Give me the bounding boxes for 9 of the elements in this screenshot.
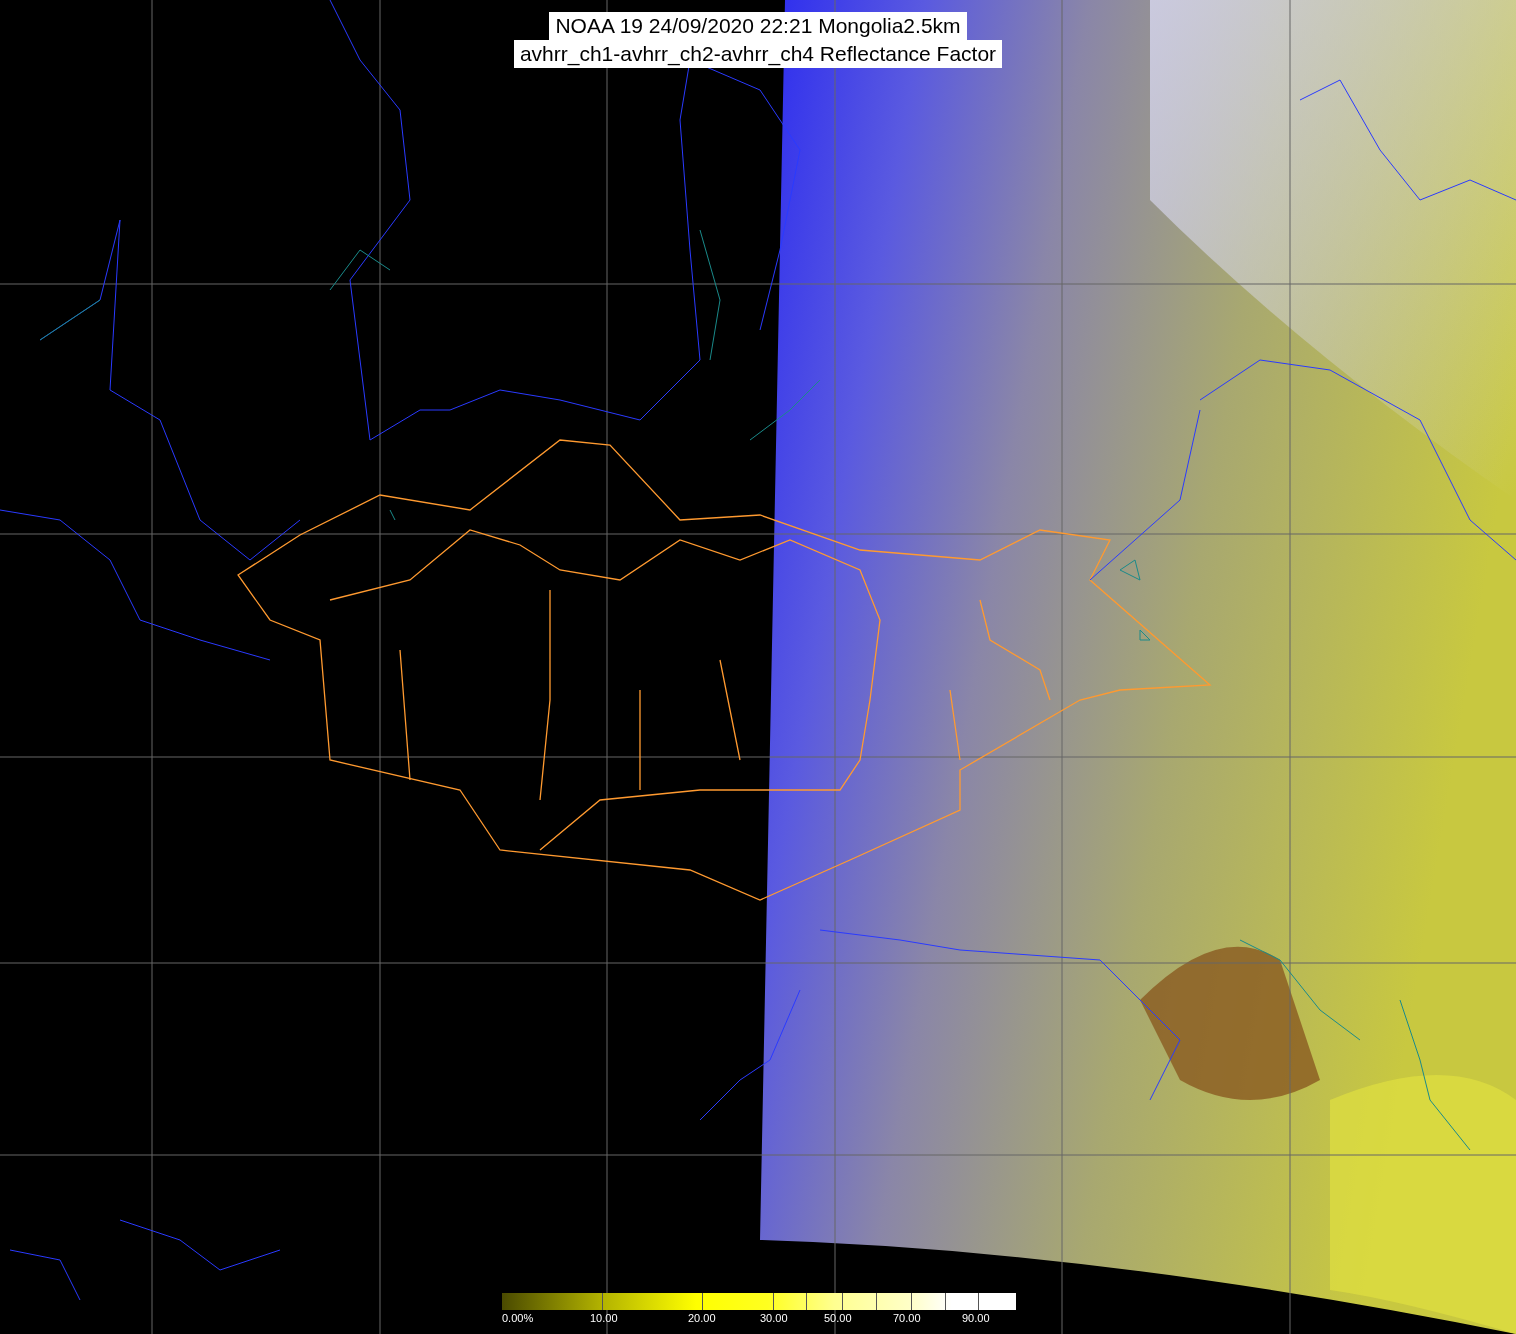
map-title: avhrr_ch1-avhrr_ch2-avhrr_ch4 Reflectance Factor <box>513 40 1003 68</box>
colorbar-label: 30.00 <box>760 1311 788 1325</box>
colorbar-label: 70.00 <box>893 1311 921 1325</box>
colorbar-label: 50.00 <box>824 1311 852 1325</box>
colorbar-label: 0.00% <box>502 1311 534 1325</box>
colorbar-label: 10.00 <box>590 1311 618 1325</box>
map-title: NOAA 19 24/09/2020 22:21 Mongolia2.5km <box>549 12 967 40</box>
colorbar-label: 90.00 <box>962 1311 990 1325</box>
colorbar-label: 20.00 <box>688 1311 716 1325</box>
